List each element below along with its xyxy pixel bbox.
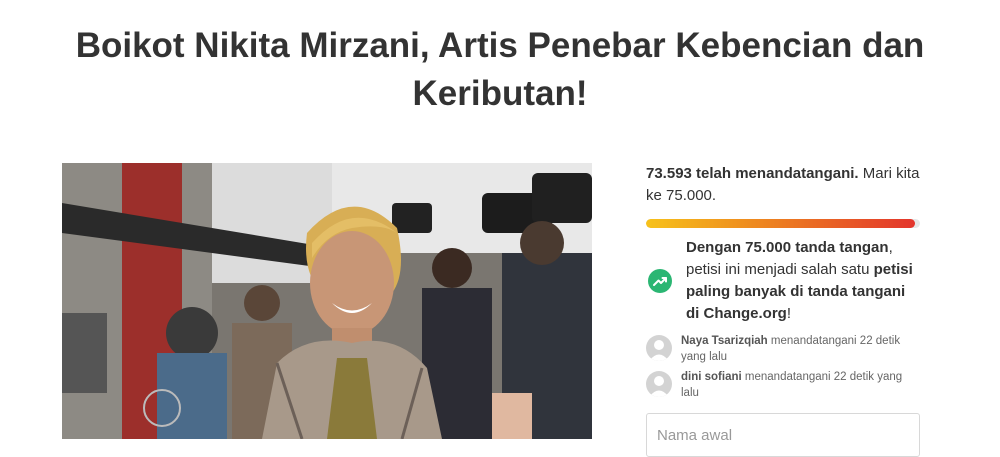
signer-text: Naya Tsarizqiah menandatangani 22 detik … xyxy=(681,333,920,365)
trending-up-icon xyxy=(648,269,672,293)
user-icon xyxy=(649,376,669,397)
sign-panel: 73.593 telah menandatangani. Mari kita k… xyxy=(646,163,920,457)
avatar xyxy=(646,335,672,361)
signature-progress-bar xyxy=(646,219,920,228)
milestone-message: Dengan 75.000 tanda tangan, petisi ini m… xyxy=(646,237,920,325)
milestone-strong-1: Dengan 75.000 tanda tangan xyxy=(686,239,889,256)
signature-progress-fill xyxy=(646,219,915,228)
first-name-input[interactable] xyxy=(646,413,920,457)
recent-signer: dini sofiani menandatangani 22 detik yan… xyxy=(646,369,920,401)
recent-signer: Naya Tsarizqiah menandatangani 22 detik … xyxy=(646,333,920,365)
petition-photo xyxy=(62,163,592,439)
signature-count-number: 73.593 telah menandatangani. xyxy=(646,165,859,182)
milestone-text-2: ! xyxy=(786,305,792,322)
petition-title: Boikot Nikita Mirzani, Artis Penebar Keb… xyxy=(75,26,925,113)
avatar xyxy=(646,371,672,397)
milestone-text: Dengan 75.000 tanda tangan, petisi ini m… xyxy=(686,237,920,325)
signer-text: dini sofiani menandatangani 22 detik yan… xyxy=(681,369,920,401)
signature-count: 73.593 telah menandatangani. Mari kita k… xyxy=(646,163,920,207)
signer-name: Naya Tsarizqiah xyxy=(681,335,768,347)
user-icon xyxy=(649,340,669,361)
petition-photo-illustration xyxy=(62,163,592,439)
signer-name: dini sofiani xyxy=(681,371,742,383)
